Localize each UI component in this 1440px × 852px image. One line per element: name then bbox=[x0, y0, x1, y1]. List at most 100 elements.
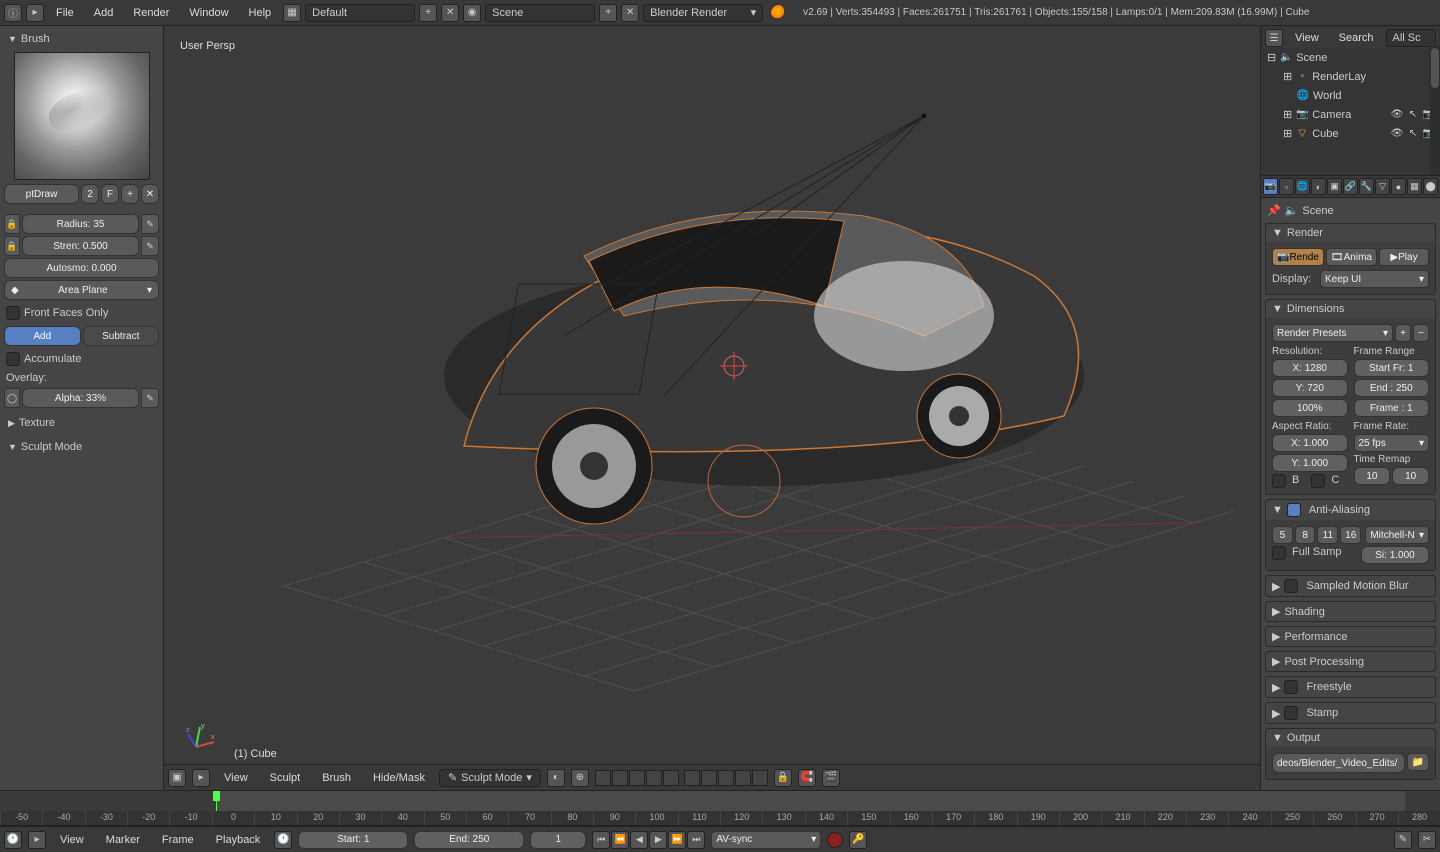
add-layout-icon[interactable]: + bbox=[419, 4, 437, 22]
editor-type-icon[interactable]: ⓘ bbox=[4, 4, 22, 22]
timeline-editor-type-icon[interactable]: 🕐 bbox=[4, 831, 22, 849]
overlay-toggle-icon[interactable]: ◯ bbox=[4, 388, 20, 408]
border-checkbox[interactable] bbox=[1272, 474, 1286, 488]
delete-keyframe-icon[interactable]: ✂ bbox=[1418, 831, 1436, 849]
res-y-field[interactable]: Y: 720 bbox=[1272, 379, 1348, 397]
tl-menu-frame[interactable]: Frame bbox=[154, 831, 202, 849]
strength-pressure-icon[interactable]: ✎ bbox=[141, 236, 159, 256]
dimensions-section-header[interactable]: ▼Dimensions bbox=[1266, 300, 1435, 318]
layer-buttons[interactable] bbox=[595, 770, 768, 786]
output-path-field[interactable]: deos/Blender_Video_Edits/ bbox=[1272, 753, 1405, 773]
aa-enable-checkbox[interactable] bbox=[1287, 503, 1301, 517]
material-tab-icon[interactable]: ● bbox=[1391, 178, 1406, 195]
animation-button[interactable]: 🎞Anima bbox=[1326, 248, 1377, 266]
cursor-icon[interactable]: ↖ bbox=[1406, 128, 1420, 139]
aa-8-button[interactable]: 8 bbox=[1295, 526, 1316, 544]
aa-11-button[interactable]: 11 bbox=[1317, 526, 1338, 544]
aspect-y-field[interactable]: Y: 1.000 bbox=[1272, 454, 1348, 472]
stamp-section-header[interactable]: ▶Stamp bbox=[1266, 703, 1435, 723]
add-scene-icon[interactable]: + bbox=[599, 4, 617, 22]
aa-5-button[interactable]: 5 bbox=[1272, 526, 1293, 544]
radius-pressure-icon[interactable]: ✎ bbox=[141, 214, 159, 234]
renderlayers-tab-icon[interactable]: ▫ bbox=[1279, 178, 1294, 195]
modifiers-tab-icon[interactable]: 🔧 bbox=[1359, 178, 1374, 195]
collapse-menus-icon[interactable]: ▸ bbox=[26, 4, 44, 22]
play-button[interactable]: ▶Play bbox=[1379, 248, 1429, 266]
play-icon[interactable]: ▶ bbox=[649, 831, 667, 849]
texture-tab-icon[interactable]: ▦ bbox=[1407, 178, 1422, 195]
texture-panel-header[interactable]: ▶Texture bbox=[4, 414, 159, 432]
menu-render[interactable]: Render bbox=[125, 4, 177, 22]
constraints-tab-icon[interactable]: 🔗 bbox=[1343, 178, 1358, 195]
keyframe-next-icon[interactable]: ⏩ bbox=[668, 831, 686, 849]
eye-icon[interactable]: 👁 bbox=[1390, 128, 1404, 139]
keyframe-prev-icon[interactable]: ⏪ bbox=[611, 831, 629, 849]
outliner-scrollbar[interactable] bbox=[1430, 46, 1440, 175]
brush-unlink-icon[interactable]: ✕ bbox=[141, 184, 159, 204]
render-section-header[interactable]: ▼Render bbox=[1266, 224, 1435, 242]
viewport-editor-type-icon[interactable]: ▣ bbox=[168, 769, 186, 787]
overlay-pressure-icon[interactable]: ✎ bbox=[141, 388, 159, 408]
menu-window[interactable]: Window bbox=[181, 4, 236, 22]
outliner-search-menu[interactable]: Search bbox=[1331, 29, 1382, 47]
screen-layout-selector[interactable]: Default bbox=[305, 4, 415, 22]
fps-selector[interactable]: 25 fps▾ bbox=[1354, 434, 1430, 452]
render-preview-icon[interactable]: 🎬 bbox=[822, 769, 840, 787]
res-x-field[interactable]: X: 1280 bbox=[1272, 359, 1348, 377]
shading-section-header[interactable]: ▶Shading bbox=[1266, 602, 1435, 621]
menu-add[interactable]: Add bbox=[86, 4, 122, 22]
remap-old-field[interactable]: 10 bbox=[1354, 467, 1391, 485]
auto-keyframe-icon[interactable] bbox=[827, 832, 843, 848]
brush-panel-header[interactable]: ▼Brush bbox=[4, 30, 159, 48]
snap-icon[interactable]: 🧲 bbox=[798, 769, 816, 787]
postprocessing-section-header[interactable]: ▶Post Processing bbox=[1266, 652, 1435, 671]
sculpt-plane-selector[interactable]: ◆Area Plane▾ bbox=[4, 280, 159, 300]
subtract-direction-button[interactable]: Subtract bbox=[83, 326, 160, 346]
vp-menu-brush[interactable]: Brush bbox=[314, 769, 359, 787]
scene-selector[interactable]: Scene bbox=[485, 4, 595, 22]
aa-section-header[interactable]: ▼Anti-Aliasing bbox=[1266, 500, 1435, 520]
layout-browse-icon[interactable]: ▦ bbox=[283, 4, 301, 22]
front-faces-checkbox[interactable]: Front Faces Only bbox=[4, 302, 159, 324]
menu-file[interactable]: File bbox=[48, 4, 82, 22]
freestyle-section-header[interactable]: ▶Freestyle bbox=[1266, 677, 1435, 697]
radius-lock-icon[interactable]: 🔒 bbox=[4, 214, 20, 234]
keying-set-icon[interactable]: 🔑 bbox=[849, 831, 867, 849]
aa-16-button[interactable]: 16 bbox=[1340, 526, 1361, 544]
outliner-item-world[interactable]: 🌐World bbox=[1263, 86, 1438, 105]
data-tab-icon[interactable]: ▽ bbox=[1375, 178, 1390, 195]
cursor-icon[interactable]: ↖ bbox=[1406, 109, 1420, 120]
aa-filter-selector[interactable]: Mitchell-N▾ bbox=[1365, 526, 1429, 544]
sync-mode-selector[interactable]: AV-sync▾ bbox=[711, 831, 821, 849]
brush-preview[interactable] bbox=[14, 52, 150, 180]
scene-browse-icon[interactable]: ◉ bbox=[463, 4, 481, 22]
autosmooth-field[interactable]: Autosmo: 0.000 bbox=[4, 258, 159, 278]
remap-new-field[interactable]: 10 bbox=[1392, 467, 1429, 485]
pivot-icon[interactable]: ⊕ bbox=[571, 769, 589, 787]
aa-size-field[interactable]: Si: 1.000 bbox=[1361, 546, 1429, 564]
outliner-item-camera[interactable]: ⊞📷Camera👁↖📷 bbox=[1263, 105, 1438, 124]
timeline-scrub[interactable]: -50-40-30-20-100102030405060708090100110… bbox=[0, 790, 1440, 826]
scene-tab-icon[interactable]: 🌐 bbox=[1295, 178, 1310, 195]
vp-menu-hidemask[interactable]: Hide/Mask bbox=[365, 769, 433, 787]
render-button[interactable]: 📷Rende bbox=[1272, 248, 1324, 266]
pin-icon[interactable]: 📌 bbox=[1267, 204, 1281, 217]
end-frame-field[interactable]: End: 250 bbox=[414, 831, 524, 849]
eye-icon[interactable]: 👁 bbox=[1390, 109, 1404, 120]
browse-folder-icon[interactable]: 📁 bbox=[1407, 753, 1429, 771]
frame-step-field[interactable]: Frame : 1 bbox=[1354, 399, 1430, 417]
performance-section-header[interactable]: ▶Performance bbox=[1266, 627, 1435, 646]
brush-fake-user[interactable]: F bbox=[101, 184, 119, 204]
brush-add-icon[interactable]: + bbox=[121, 184, 139, 204]
preset-remove-icon[interactable]: − bbox=[1413, 324, 1429, 342]
start-frame-field[interactable]: Start Fr: 1 bbox=[1354, 359, 1430, 377]
tl-menu-marker[interactable]: Marker bbox=[98, 831, 148, 849]
strength-lock-icon[interactable]: 🔒 bbox=[4, 236, 20, 256]
object-tab-icon[interactable]: ▣ bbox=[1327, 178, 1342, 195]
3d-viewport[interactable]: User Persp bbox=[164, 26, 1260, 790]
output-section-header[interactable]: ▼Output bbox=[1266, 729, 1435, 747]
brush-users[interactable]: 2 bbox=[81, 184, 99, 204]
strength-field[interactable]: Stren: 0.500 bbox=[22, 236, 139, 256]
tl-menu-playback[interactable]: Playback bbox=[208, 831, 269, 849]
sculpt-mode-panel-header[interactable]: ▼Sculpt Mode bbox=[4, 438, 159, 456]
